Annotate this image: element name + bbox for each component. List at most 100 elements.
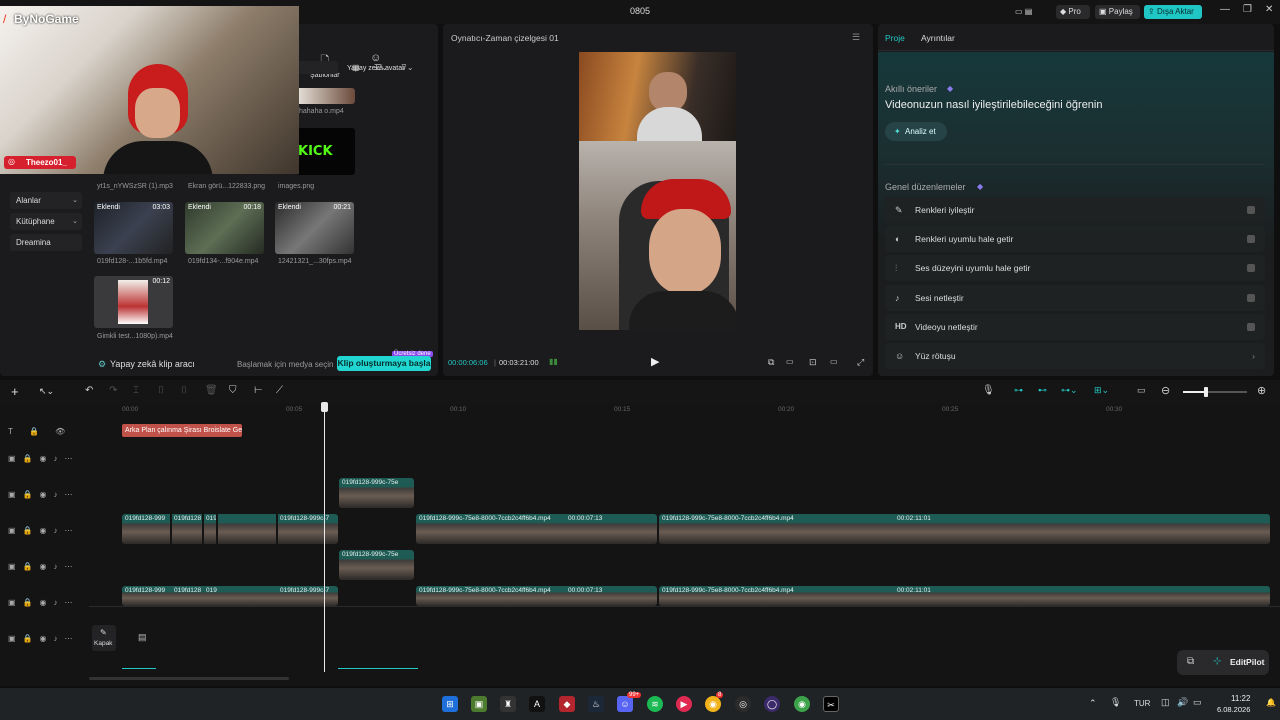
playhead-handle[interactable] bbox=[321, 402, 328, 412]
zoom-out-icon[interactable]: ⊖ bbox=[1161, 384, 1170, 397]
text-track-controls[interactable]: T 🔒 👁 bbox=[8, 427, 72, 436]
undo-icon[interactable]: ↶ bbox=[85, 385, 93, 396]
video-clip[interactable]: 019fd128-999 019fd128 019 019fd128-999c-… bbox=[122, 514, 338, 544]
microphone-icon[interactable]: 🎙 bbox=[1110, 697, 1121, 708]
fit-icon[interactable]: ⊡ bbox=[809, 357, 817, 368]
caption-icon[interactable]: ▭ bbox=[1137, 385, 1146, 396]
minimize-icon[interactable]: — bbox=[1220, 4, 1230, 15]
preview-axis-icon[interactable]: ⊞⌄ bbox=[1094, 385, 1109, 396]
filter-icon[interactable]: ⊽⌄ bbox=[401, 63, 414, 72]
media-player-icon[interactable]: ▶ bbox=[676, 696, 692, 712]
play-icon[interactable]: ▶ bbox=[651, 355, 659, 368]
nav-library[interactable]: Kütüphane ⌄ bbox=[10, 213, 82, 230]
option-audio-clarify[interactable]: ♪ Sesi netleştir bbox=[885, 285, 1265, 311]
crop-icon[interactable]: ⧉ bbox=[768, 357, 774, 368]
layout-icon[interactable]: ▭ ▤ bbox=[1011, 5, 1036, 19]
maximize-icon[interactable]: ❐ bbox=[1243, 4, 1252, 15]
tab-project[interactable]: Proje bbox=[885, 33, 905, 43]
option-toggle[interactable] bbox=[1247, 323, 1255, 331]
video-clip[interactable]: 019fd128-999 019fd128 019 019fd128-999c-… bbox=[122, 586, 338, 606]
delete-icon[interactable]: 🗑 bbox=[205, 385, 218, 396]
nav-dreamina[interactable]: Dreamina bbox=[10, 234, 82, 251]
zoom-in-icon[interactable]: ⊕ bbox=[1257, 384, 1266, 397]
media-tile[interactable]: Eklendi 00:21 bbox=[275, 202, 354, 254]
track-controls[interactable]: ▣🔒◉♪⋯ bbox=[8, 454, 80, 463]
search-input[interactable] bbox=[298, 61, 338, 74]
split-right-icon[interactable]: ⌷ bbox=[181, 385, 187, 396]
horizontal-scrollbar[interactable] bbox=[89, 677, 289, 680]
clock-date[interactable]: 6.08.2026 bbox=[1217, 705, 1250, 714]
browser-icon[interactable]: ◉ bbox=[794, 696, 810, 712]
microphone-icon[interactable]: 🎙 bbox=[982, 385, 995, 396]
zoom-slider-handle[interactable] bbox=[1204, 387, 1208, 397]
app-icon[interactable]: ◆ bbox=[559, 696, 575, 712]
menu-icon[interactable]: ☰ bbox=[852, 32, 860, 43]
sort-icon[interactable]: ☰⌄ bbox=[374, 63, 388, 72]
close-icon[interactable]: ✕ bbox=[1265, 4, 1273, 15]
playhead[interactable] bbox=[324, 404, 325, 672]
share-button[interactable]: ▣ Paylaş bbox=[1095, 5, 1140, 19]
volume-icon[interactable]: 🔊 bbox=[1177, 697, 1188, 708]
redo-icon[interactable]: ↷ bbox=[109, 385, 117, 396]
split-left-icon[interactable]: ⌷ bbox=[158, 385, 164, 396]
cover-button[interactable]: ✎ Kapak bbox=[92, 625, 116, 651]
link-icon[interactable]: ⊶ bbox=[1014, 385, 1023, 396]
media-tile[interactable]: KICK bbox=[296, 128, 355, 175]
spotify-icon[interactable]: ≋ bbox=[647, 696, 663, 712]
video-clip[interactable]: 019fd128-999c-75e8-8000-7ccb2c4ff6b4.mp4… bbox=[416, 586, 657, 606]
export-button[interactable]: ⇪ Dışa Aktar bbox=[1144, 5, 1202, 19]
app-icon[interactable]: A bbox=[529, 696, 545, 712]
track-controls[interactable]: ▣🔒◉♪⋯ bbox=[8, 634, 80, 643]
app-icon[interactable]: ◎ bbox=[735, 696, 751, 712]
select-tool-icon[interactable]: ↖⌄ bbox=[39, 386, 54, 397]
pro-button[interactable]: ◆ Pro bbox=[1056, 5, 1090, 19]
discord-icon[interactable]: ☺ bbox=[617, 696, 633, 712]
analyze-button[interactable]: ✦ Analiz et bbox=[885, 122, 947, 141]
create-clip-button[interactable]: Klip oluşturmaya başla bbox=[337, 356, 431, 371]
notification-icon[interactable]: 🔔 bbox=[1266, 698, 1276, 707]
option-video-clarify[interactable]: HD Videoyu netleştir bbox=[885, 314, 1265, 340]
ai-clip-tool-label[interactable]: Yapay zekâ klip aracı bbox=[110, 359, 195, 369]
media-tile[interactable]: Eklendi 00:18 bbox=[185, 202, 264, 254]
nav-fields[interactable]: Alanlar ⌄ bbox=[10, 192, 82, 209]
text-clip[interactable]: Arka Plan çalınma Şirası Broislate Geli bbox=[122, 424, 242, 437]
windows-start-icon[interactable]: ⊞ bbox=[442, 696, 458, 712]
tab-details[interactable]: Ayrıntılar bbox=[921, 33, 955, 43]
app-icon[interactable]: ♜ bbox=[500, 696, 516, 712]
track-controls[interactable]: ▣🔒◉♪⋯ bbox=[8, 526, 80, 535]
option-toggle[interactable] bbox=[1247, 264, 1255, 272]
video-clip[interactable]: 019fd128-999c-75e8-8000-7ccb2c4ff6b4.mp4… bbox=[659, 586, 1270, 606]
track-controls[interactable]: ▣🔒◉♪⋯ bbox=[8, 490, 80, 499]
option-toggle[interactable] bbox=[1247, 235, 1255, 243]
track-controls[interactable]: ▣🔒◉♪⋯ bbox=[8, 598, 80, 607]
video-clip[interactable]: 019fd128-999c-75e8-8000-7ccb2c4ff6b4.mp4… bbox=[416, 514, 657, 544]
video-clip[interactable]: 019fd128-999c-75e bbox=[339, 550, 414, 580]
option-color-enhance[interactable]: ✎ Renkleri iyileştir bbox=[885, 197, 1265, 223]
trim-icon[interactable]: ⊢ bbox=[254, 385, 263, 396]
chrome-icon[interactable]: ◉ bbox=[705, 696, 721, 712]
shield-icon[interactable]: ⛉ bbox=[229, 385, 237, 396]
grid-view-icon[interactable]: ▦ bbox=[352, 63, 360, 72]
steam-icon[interactable]: ♨ bbox=[588, 696, 604, 712]
clock-time[interactable]: 11:22 bbox=[1231, 694, 1250, 703]
magic-icon[interactable]: ⟋ bbox=[276, 385, 283, 396]
chevron-up-icon[interactable]: ⌃ bbox=[1089, 698, 1097, 709]
snap-icon[interactable]: ⊶⌄ bbox=[1061, 385, 1078, 396]
network-icon[interactable]: ◫ bbox=[1161, 697, 1170, 708]
app-icon[interactable]: ◯ bbox=[764, 696, 780, 712]
video-clip[interactable]: 019fd128-999c-75e8-8000-7ccb2c4ff6b4.mp4… bbox=[659, 514, 1270, 544]
media-tile[interactable] bbox=[296, 88, 355, 104]
capcut-icon[interactable]: ✂ bbox=[823, 696, 839, 712]
battery-icon[interactable]: ▭ bbox=[1193, 697, 1202, 708]
editpilot-button[interactable]: ⧉ ⊹ EditPilot bbox=[1177, 650, 1269, 675]
zoom-slider[interactable] bbox=[1183, 387, 1247, 397]
quality-icon[interactable]: ▭ bbox=[786, 357, 794, 366]
minecraft-icon[interactable]: ▣ bbox=[471, 696, 487, 712]
ratio-icon[interactable]: ▭ bbox=[830, 357, 838, 366]
fullscreen-icon[interactable]: ⤢ bbox=[857, 357, 864, 368]
language-indicator[interactable]: TUR bbox=[1134, 699, 1150, 708]
split-icon[interactable]: ⌶ bbox=[133, 385, 139, 396]
option-color-match[interactable]: ◐ Renkleri uyumlu hale getir bbox=[885, 226, 1265, 252]
option-toggle[interactable] bbox=[1247, 206, 1255, 214]
media-tile[interactable]: Eklendi 03:03 bbox=[94, 202, 173, 254]
